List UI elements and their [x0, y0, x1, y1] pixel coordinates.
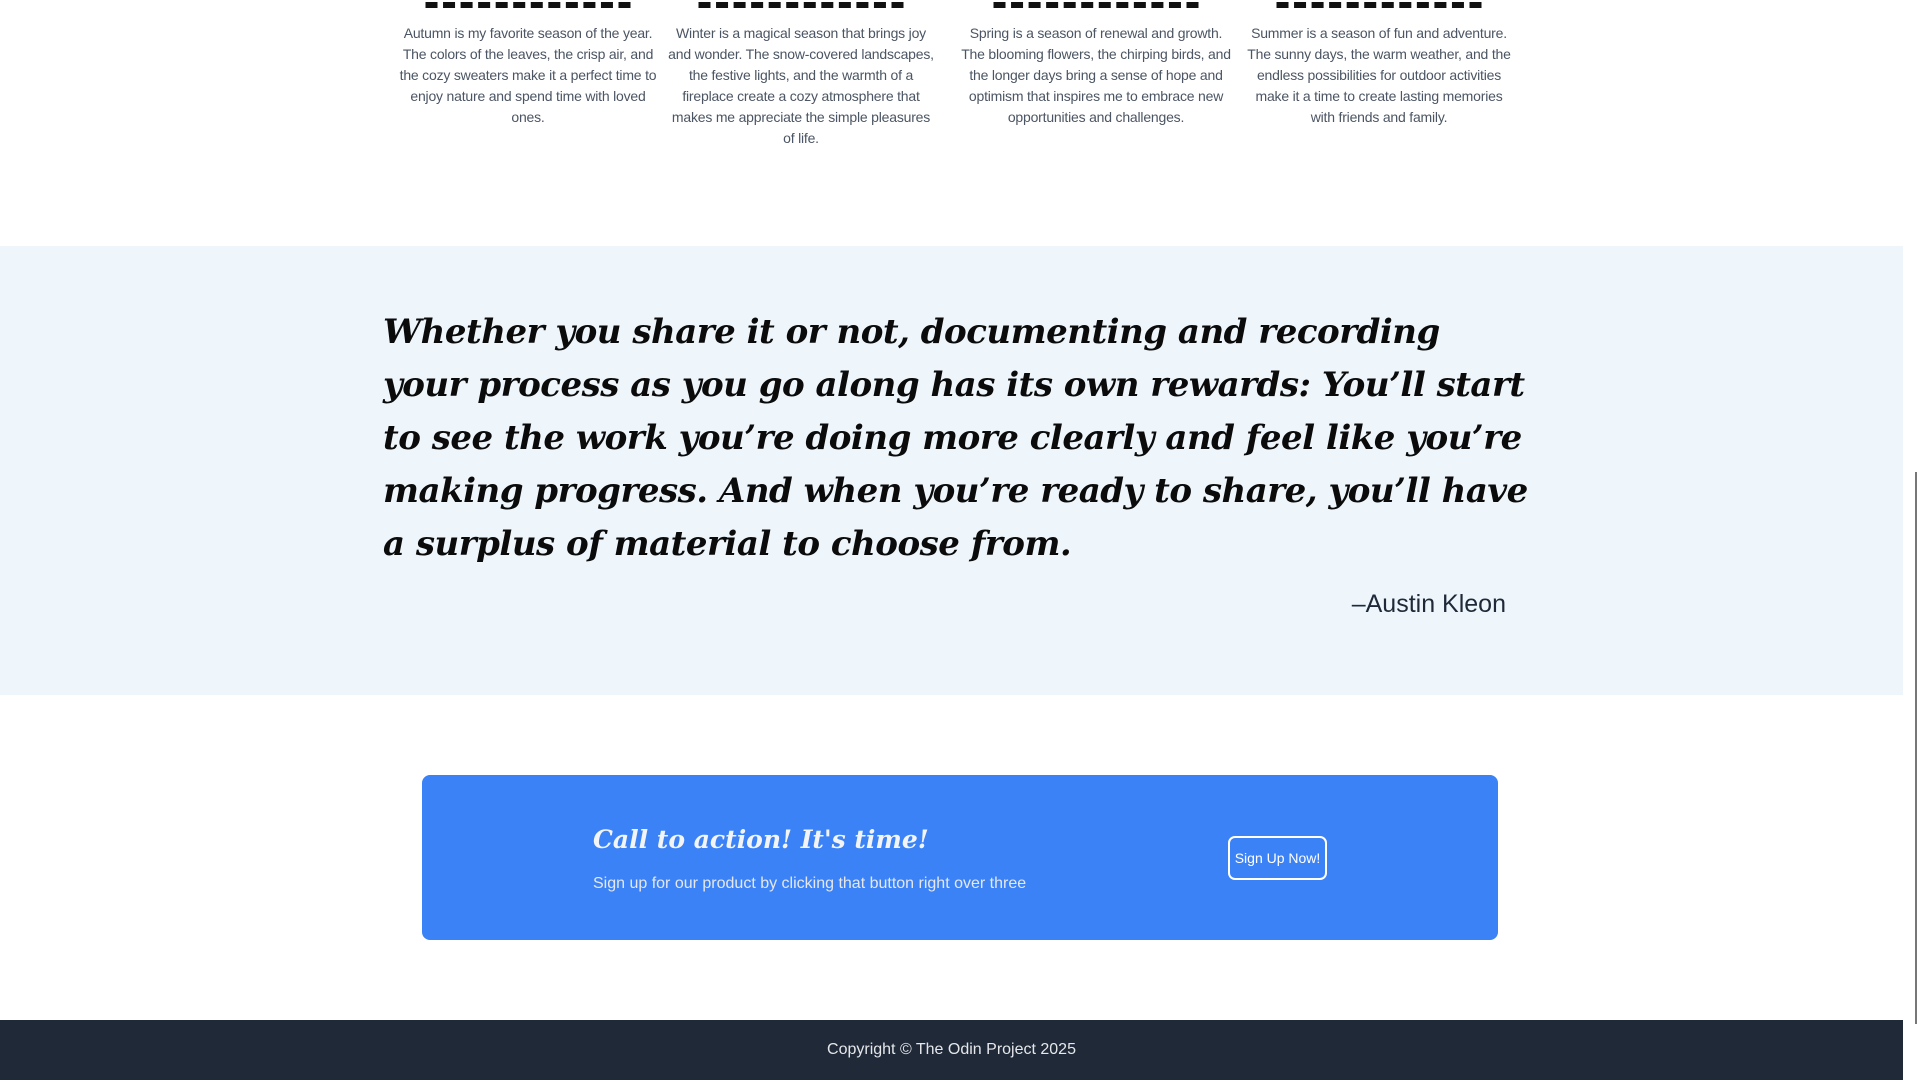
season-description: Spring is a season of renewal and growth…	[961, 25, 1231, 125]
quote-section: Whether you share it or not, documenting…	[0, 246, 1903, 695]
season-card-winter: Winter is a magical season that brings j…	[666, 0, 936, 149]
season-heading-cutoff	[1276, 0, 1482, 8]
seasons-section: Autumn is my favorite season of the year…	[0, 0, 1903, 246]
season-heading-cutoff	[425, 0, 631, 8]
season-description: Winter is a magical season that brings j…	[668, 25, 934, 146]
season-description: Summer is a season of fun and adventure.…	[1247, 25, 1511, 125]
footer: Copyright © The Odin Project 2025	[0, 1020, 1903, 1080]
scrollbar-thumb[interactable]	[1915, 472, 1917, 1024]
season-heading-cutoff	[993, 0, 1199, 8]
call-to-action-box: Call to action! It's time! Sign up for o…	[422, 775, 1498, 940]
season-description: Autumn is my favorite season of the year…	[399, 25, 657, 125]
cta-subtitle: Sign up for our product by clicking that…	[593, 875, 1027, 892]
footer-copyright: Copyright © The Odin Project 2025	[827, 1041, 1076, 1058]
sign-up-button[interactable]: Sign Up Now!	[1228, 836, 1327, 880]
season-card-autumn: Autumn is my favorite season of the year…	[393, 0, 663, 128]
quote-author: –Austin Kleon	[1351, 590, 1506, 618]
season-heading-cutoff	[698, 0, 904, 8]
cta-title: Call to action! It's time!	[593, 825, 929, 854]
vertical-scrollbar[interactable]	[1903, 0, 1920, 1080]
page: Autumn is my favorite season of the year…	[0, 0, 1920, 1080]
season-card-spring: Spring is a season of renewal and growth…	[961, 0, 1231, 128]
quote-text: Whether you share it or not, documenting…	[383, 312, 1528, 564]
season-card-summer: Summer is a season of fun and adventure.…	[1244, 0, 1514, 128]
